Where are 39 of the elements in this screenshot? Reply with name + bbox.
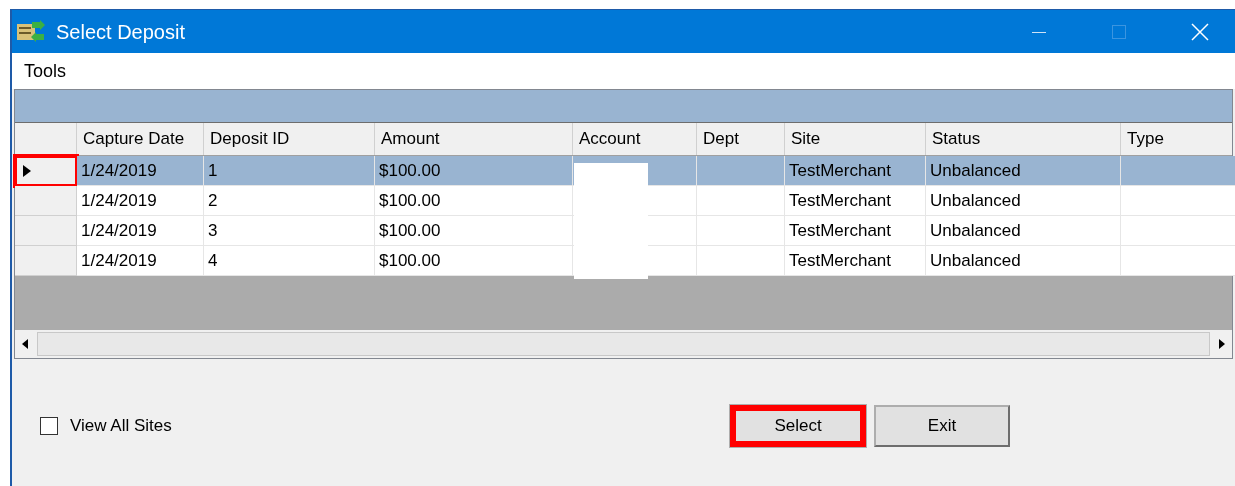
column-header[interactable]: Site bbox=[785, 123, 926, 155]
window-title: Select Deposit bbox=[56, 19, 185, 45]
column-header[interactable]: Account bbox=[573, 123, 697, 155]
table-cell: TestMerchant bbox=[785, 156, 926, 186]
table-cell: 4 bbox=[204, 246, 375, 276]
table-cell: Unbalanced bbox=[926, 216, 1121, 246]
table-cell: Unbalanced bbox=[926, 186, 1121, 216]
table-cell: 1/24/2019 bbox=[77, 186, 204, 216]
table-cell: 1/24/2019 bbox=[77, 216, 204, 246]
table-cell: Unbalanced bbox=[926, 156, 1121, 186]
table-cell: TestMerchant bbox=[785, 246, 926, 276]
table-cell: 1/24/2019 bbox=[77, 246, 204, 276]
exit-button[interactable]: Exit bbox=[874, 405, 1010, 447]
table-cell: 3 bbox=[204, 216, 375, 246]
close-icon[interactable] bbox=[1191, 22, 1209, 41]
checkbox[interactable] bbox=[40, 417, 58, 435]
column-header[interactable]: Amount bbox=[375, 123, 573, 155]
row-header[interactable] bbox=[15, 156, 77, 186]
table-cell: $100.00 bbox=[375, 156, 573, 186]
table-cell: TestMerchant bbox=[785, 186, 926, 216]
checkbox-label[interactable]: View All Sites bbox=[70, 413, 172, 439]
table-cell: 1 bbox=[204, 156, 375, 186]
column-header[interactable]: Deposit ID bbox=[204, 123, 375, 155]
table-cell: $100.00 bbox=[375, 246, 573, 276]
horizontal-scrollbar[interactable] bbox=[15, 330, 1232, 358]
table-cell: TestMerchant bbox=[785, 216, 926, 246]
column-header[interactable]: Status bbox=[926, 123, 1121, 155]
table-cell: Unbalanced bbox=[926, 246, 1121, 276]
app-icon bbox=[16, 19, 46, 44]
column-header[interactable]: Dept bbox=[697, 123, 785, 155]
column-header[interactable]: Type bbox=[1121, 123, 1235, 155]
select-button[interactable]: Select bbox=[730, 405, 866, 447]
table-cell: $100.00 bbox=[375, 216, 573, 246]
menu-item[interactable]: Tools bbox=[12, 57, 79, 85]
scroll-thumb[interactable] bbox=[37, 332, 1210, 356]
table-cell: 1/24/2019 bbox=[77, 156, 204, 186]
table-cell: $100.00 bbox=[375, 186, 573, 216]
current-row-icon bbox=[23, 164, 31, 177]
table-cell: 2 bbox=[204, 186, 375, 216]
